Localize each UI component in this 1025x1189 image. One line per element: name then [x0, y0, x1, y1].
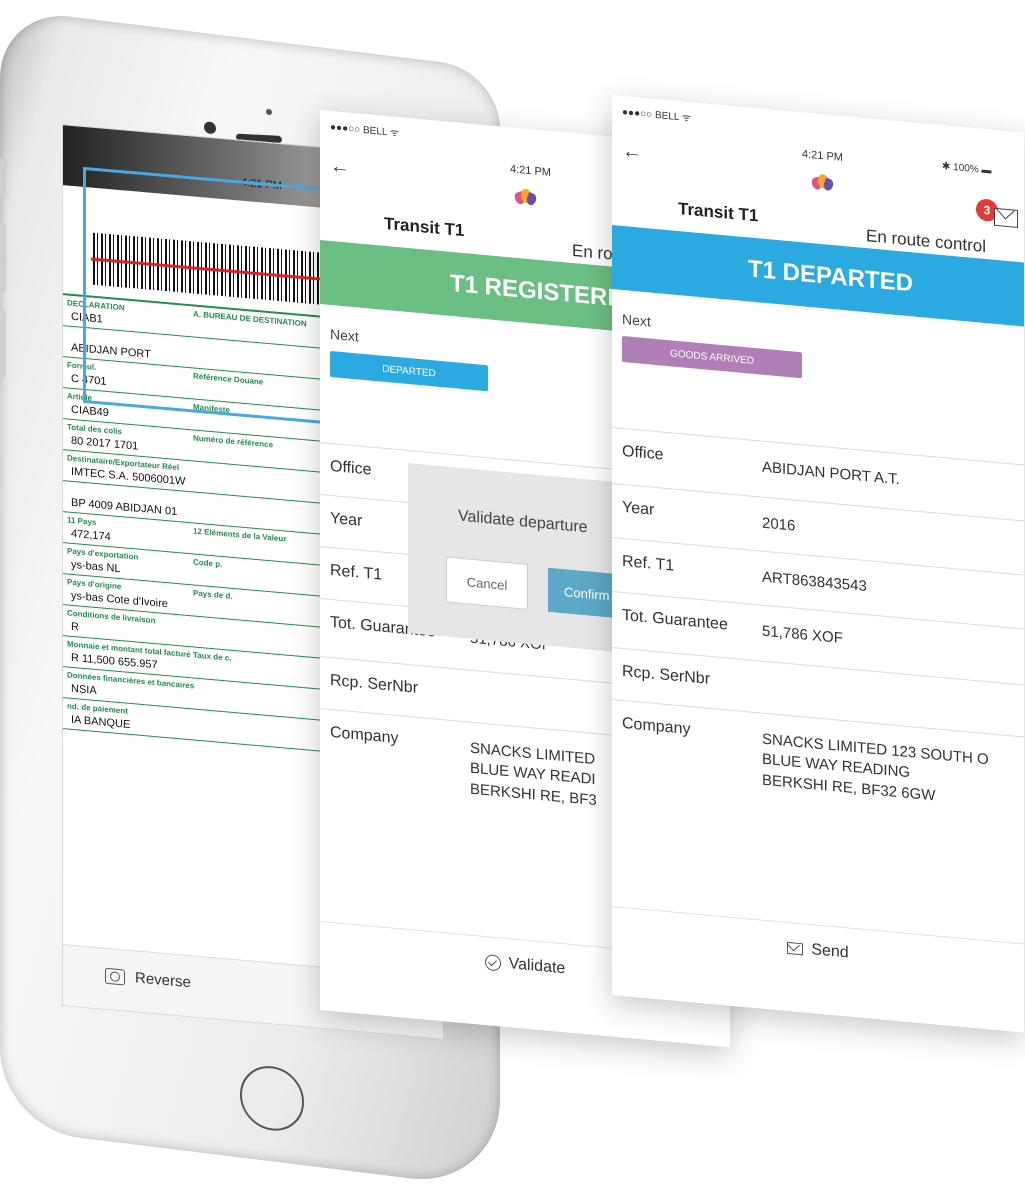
- detail-key: Tot. Guarantee: [622, 606, 728, 634]
- document-field-label: Taux de c.: [193, 650, 232, 663]
- detail-value: SNACKS LIMITED 123 SOUTH O BLUE WAY READ…: [762, 730, 989, 804]
- detail-value: ABIDJAN PORT A.T.: [762, 458, 900, 489]
- detail-key: Rcp. SerNbr: [622, 662, 711, 688]
- back-arrow-icon[interactable]: ←: [622, 140, 642, 165]
- document-field-label: 11 Pays: [67, 515, 97, 528]
- document-field-value: R: [71, 620, 79, 634]
- volume-down-button: [0, 307, 6, 379]
- transit-title: Transit T1: [384, 213, 465, 241]
- detail-key: Ref. T1: [622, 552, 675, 575]
- document-field-value: IA BANQUE: [71, 713, 131, 731]
- confirm-label: Confirm: [564, 583, 610, 603]
- validate-label: Validate: [508, 955, 566, 978]
- detail-value: 2016: [762, 514, 796, 535]
- next-action-button[interactable]: DEPARTED: [330, 350, 488, 392]
- detail-value: ART863843543: [762, 568, 867, 596]
- next-label: Next: [622, 310, 651, 330]
- reverse-button[interactable]: Reverse: [105, 967, 191, 992]
- mail-envelope-icon[interactable]: [994, 207, 1018, 228]
- detail-key: Office: [622, 442, 664, 464]
- detail-key: Year: [622, 498, 655, 519]
- send-label: Send: [811, 941, 849, 962]
- next-action-label: DEPARTED: [382, 363, 436, 380]
- detail-key: Rcp. SerNbr: [330, 671, 419, 697]
- document-field-value: CIAB49: [71, 403, 109, 420]
- document-field-value: ys-bas NL: [71, 558, 121, 576]
- document-field-value: 80 2017 1701: [71, 434, 139, 453]
- dialog-message: Validate departure: [458, 507, 588, 537]
- detail-key: Company: [330, 723, 399, 748]
- volume-up-button: [0, 222, 6, 294]
- document-field-label: Code p.: [193, 557, 223, 570]
- detail-value: 51,786 XOF: [762, 622, 843, 648]
- status-time: 4:21 PM: [802, 148, 843, 165]
- document-field-value: 472,174: [71, 527, 111, 544]
- app-logo-icon: [810, 173, 835, 193]
- status-banner-text: T1 DEPARTED: [748, 255, 913, 298]
- transit-departed-screen: ●●●○○ BELL ᯤ ← 4:21 PM ✱ 100% ▬ 3 Transi…: [612, 95, 1024, 1033]
- camera-switch-icon: [105, 967, 125, 986]
- battery-status: ✱ 100% ▬: [942, 161, 992, 177]
- next-action-button[interactable]: GOODS ARRIVED: [622, 335, 802, 379]
- mute-switch: [0, 157, 6, 199]
- detail-key: Office: [330, 457, 372, 479]
- status-time: 4:21 PM: [510, 163, 551, 180]
- document-field-label: Pays d'origine: [67, 577, 122, 592]
- transit-title: Transit T1: [678, 199, 759, 226]
- next-action-label: GOODS ARRIVED: [670, 347, 754, 367]
- detail-key: Company: [622, 714, 691, 739]
- send-button[interactable]: Send: [612, 906, 1024, 995]
- document-field-value: NSIA: [71, 682, 97, 698]
- reverse-label: Reverse: [135, 969, 191, 992]
- check-circle-icon: [484, 953, 501, 972]
- detail-key: Ref. T1: [330, 561, 383, 584]
- proximity-sensor: [266, 108, 272, 116]
- carrier-status: ●●●○○ BELL ᯤ: [622, 106, 691, 125]
- carrier-status: ●●●○○ BELL ᯤ: [330, 121, 399, 140]
- back-arrow-icon[interactable]: ←: [330, 155, 350, 180]
- app-logo-icon: [513, 188, 538, 208]
- cancel-button[interactable]: Cancel: [446, 556, 528, 610]
- next-label: Next: [330, 325, 359, 345]
- front-camera: [204, 121, 216, 135]
- cancel-label: Cancel: [466, 573, 508, 593]
- mail-icon: [787, 941, 804, 956]
- home-button[interactable]: [240, 1062, 304, 1135]
- document-field-label: Pays de d.: [193, 588, 233, 601]
- document-field-label: Numéro de référence: [193, 433, 274, 450]
- detail-key: Year: [330, 509, 363, 530]
- detail-value: SNACKS LIMITED BLUE WAY READI BERKSHI RE…: [470, 739, 597, 809]
